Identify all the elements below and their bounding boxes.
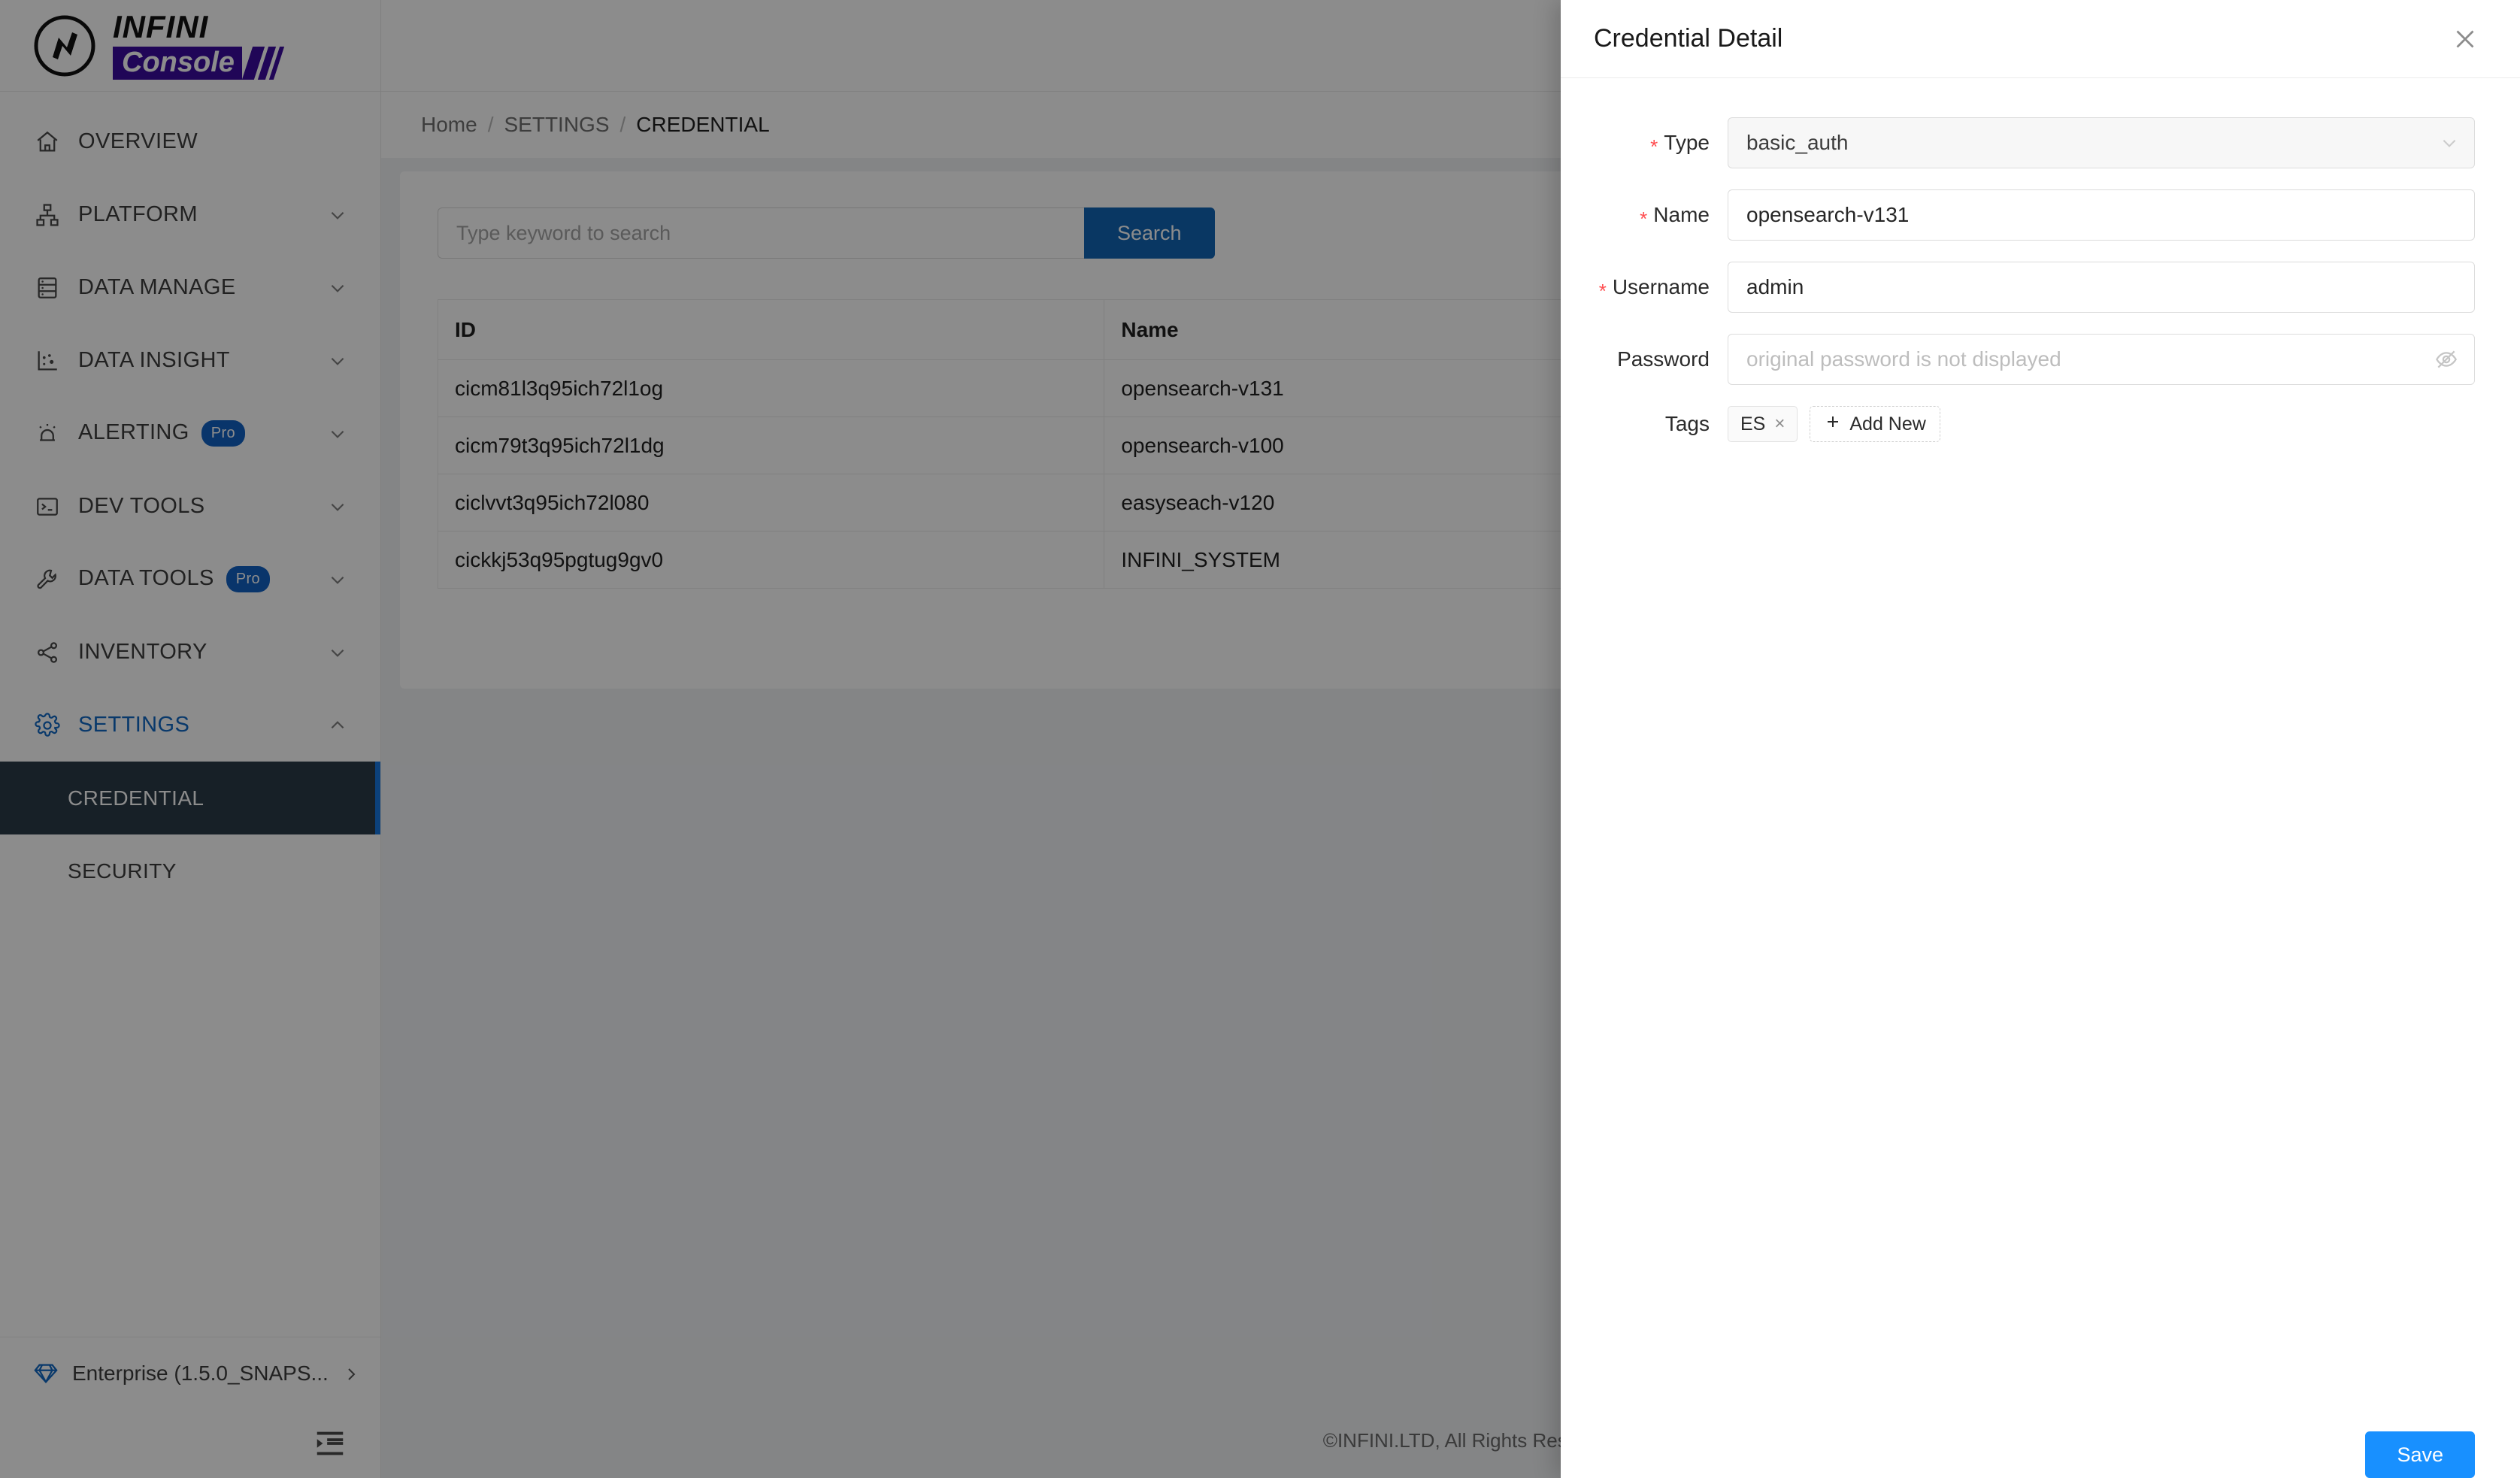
type-select[interactable]: basic_auth — [1728, 117, 2475, 168]
tags-label: Tags — [1664, 412, 1710, 435]
plus-icon — [1824, 413, 1842, 436]
username-control — [1728, 262, 2475, 313]
drawer-header: Credential Detail — [1561, 0, 2520, 78]
name-input[interactable] — [1728, 189, 2475, 241]
chevron-down-icon — [2440, 133, 2459, 153]
form-row-password: Password — [1561, 334, 2475, 385]
form-row-username: Username — [1561, 262, 2475, 313]
type-selected-value: basic_auth — [1746, 131, 1849, 154]
username-label: Username — [1561, 275, 1728, 299]
drawer-form: Type basic_auth Name Username — [1561, 78, 2520, 1397]
type-control: basic_auth — [1728, 117, 2475, 168]
drawer-title: Credential Detail — [1594, 24, 1783, 53]
add-tag-button[interactable]: Add New — [1810, 406, 1940, 442]
tags-control: ES × Add New — [1728, 406, 2475, 442]
close-icon[interactable] — [2449, 23, 2481, 55]
form-row-tags: Tags ES × Add New — [1561, 406, 2475, 442]
tag-remove-icon[interactable]: × — [1774, 413, 1785, 435]
tag-chip[interactable]: ES × — [1728, 406, 1798, 442]
name-control — [1728, 189, 2475, 241]
type-label: Type — [1561, 131, 1728, 155]
eye-invisible-icon[interactable] — [2434, 347, 2458, 371]
credential-detail-drawer: Credential Detail Type basic_auth Name — [1561, 0, 2520, 1478]
name-label: Name — [1561, 203, 1728, 227]
password-control — [1728, 334, 2475, 385]
form-row-name: Name — [1561, 189, 2475, 241]
add-tag-label: Add New — [1849, 413, 1926, 435]
form-row-type: Type basic_auth — [1561, 117, 2475, 168]
password-label: Password — [1617, 347, 1710, 371]
drawer-overlay-mask[interactable] — [0, 0, 1561, 1478]
tag-chip-label: ES — [1740, 413, 1766, 435]
username-input[interactable] — [1728, 262, 2475, 313]
save-button[interactable]: Save — [2365, 1431, 2475, 1478]
drawer-actions: Save — [1561, 1397, 2520, 1478]
password-input[interactable] — [1728, 334, 2475, 385]
